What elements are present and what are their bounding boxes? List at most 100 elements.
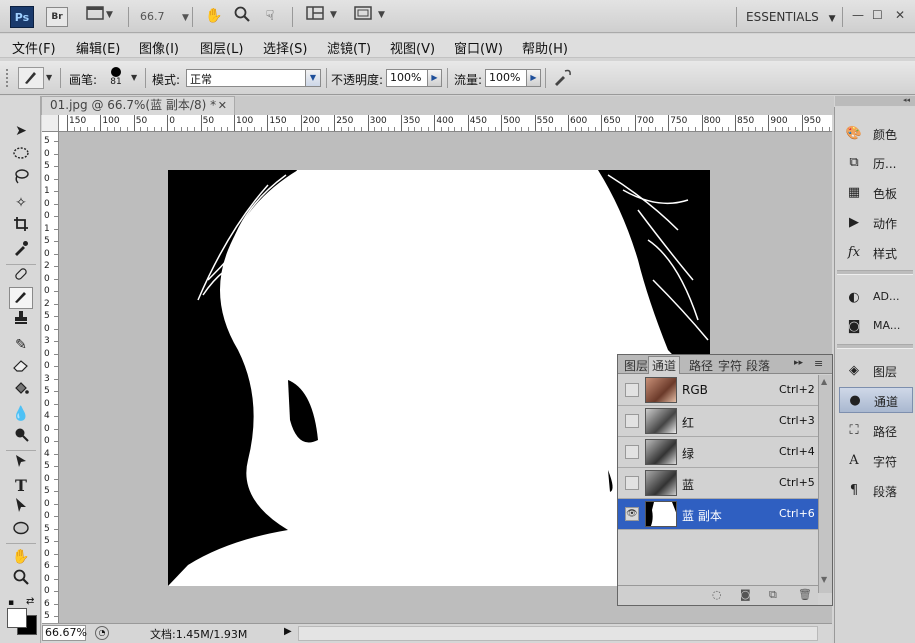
arrange-documents-icon[interactable] bbox=[304, 6, 326, 26]
dock-history[interactable]: ⧉ 历... bbox=[839, 150, 913, 176]
pen-tool-icon[interactable] bbox=[9, 453, 33, 475]
horizontal-scrollbar[interactable] bbox=[298, 626, 818, 641]
channel-row-rgb[interactable]: RGB Ctrl+2 bbox=[618, 375, 818, 406]
menu-file[interactable]: 文件(F) bbox=[12, 38, 56, 57]
zoom-level-select[interactable]: 66.7 ▼ bbox=[140, 10, 189, 23]
dock-masks[interactable]: ◙ MA... bbox=[839, 314, 913, 340]
brush-tool-icon[interactable] bbox=[9, 287, 33, 309]
load-channel-selection-icon[interactable]: ◌ bbox=[712, 588, 722, 601]
menu-view[interactable]: 视图(V) bbox=[390, 38, 435, 57]
bridge-button[interactable]: Br bbox=[46, 7, 68, 27]
channel-row-red[interactable]: 红 Ctrl+3 bbox=[618, 406, 818, 437]
panel-menu-icon[interactable]: ≡ bbox=[814, 357, 823, 370]
healing-brush-tool-icon[interactable] bbox=[9, 266, 33, 288]
tab-layers[interactable]: 图层 bbox=[624, 357, 648, 374]
save-selection-icon[interactable]: ◙ bbox=[740, 588, 751, 601]
marquee-tool-icon[interactable] bbox=[9, 144, 33, 166]
tab-channels[interactable]: 通道 bbox=[648, 356, 681, 374]
dock-channels[interactable]: ● 通道 bbox=[839, 387, 913, 413]
opacity-slider-button[interactable]: ▶ bbox=[427, 69, 442, 87]
maximize-icon[interactable]: ☐ bbox=[872, 8, 883, 22]
ruler-origin[interactable] bbox=[42, 115, 59, 132]
tab-paths[interactable]: 路径 bbox=[689, 357, 713, 374]
dock-adjustments[interactable]: ◐ AD... bbox=[839, 285, 913, 311]
clone-stamp-tool-icon[interactable] bbox=[9, 310, 33, 332]
mode-select[interactable]: 正常 ▼ bbox=[186, 69, 321, 87]
menu-filter[interactable]: 滤镜(T) bbox=[327, 38, 371, 57]
eye-icon[interactable]: 👁 bbox=[625, 507, 639, 521]
dodge-tool-icon[interactable] bbox=[9, 426, 33, 448]
history-brush-tool-icon[interactable]: ✎ bbox=[9, 334, 33, 356]
chevron-down-icon[interactable]: ▼ bbox=[106, 10, 113, 20]
move-tool-icon[interactable]: ➤ bbox=[9, 120, 33, 142]
zoom-field[interactable]: 66.67% bbox=[42, 625, 87, 641]
visibility-toggle[interactable] bbox=[625, 445, 639, 459]
path-selection-tool-icon[interactable] bbox=[9, 497, 33, 519]
visibility-toggle[interactable] bbox=[625, 383, 639, 397]
chevron-down-icon[interactable]: ▼ bbox=[378, 10, 385, 20]
visibility-toggle[interactable] bbox=[625, 476, 639, 490]
foreground-color-swatch[interactable] bbox=[7, 608, 27, 628]
channel-row-green[interactable]: 绿 Ctrl+4 bbox=[618, 437, 818, 468]
channel-row-blue-copy[interactable]: 👁 蓝 副本 Ctrl+6 bbox=[618, 499, 818, 530]
menu-window[interactable]: 窗口(W) bbox=[454, 38, 503, 57]
workspace-switcher[interactable]: ESSENTIALS ▼ bbox=[746, 10, 836, 24]
rotate-view-icon[interactable]: ☟ bbox=[259, 6, 281, 26]
new-channel-icon[interactable]: ⧉ bbox=[769, 588, 777, 602]
view-extras-icon[interactable] bbox=[82, 6, 108, 26]
airbrush-icon[interactable] bbox=[552, 67, 574, 89]
eyedropper-tool-icon[interactable] bbox=[9, 240, 33, 262]
expand-dock-icon[interactable]: ◂◂ bbox=[835, 96, 915, 106]
menu-help[interactable]: 帮助(H) bbox=[522, 38, 568, 57]
channel-row-blue[interactable]: 蓝 Ctrl+5 bbox=[618, 468, 818, 499]
channels-scrollbar[interactable]: ▲ ▼ bbox=[818, 375, 832, 593]
document-tab[interactable]: 01.jpg @ 66.7%(蓝 副本/8) * ✕ bbox=[41, 96, 235, 115]
close-document-icon[interactable]: ✕ bbox=[218, 97, 227, 114]
chevron-down-icon[interactable]: ▼ bbox=[330, 10, 337, 20]
menu-layer[interactable]: 图层(L) bbox=[200, 38, 243, 57]
panel-collapse-icon[interactable]: ▸▸ bbox=[794, 358, 803, 368]
dock-paths[interactable]: ⛶ 路径 bbox=[839, 418, 913, 444]
flow-slider-button[interactable]: ▶ bbox=[526, 69, 541, 87]
status-menu-arrow-icon[interactable]: ▶ bbox=[284, 626, 292, 637]
scroll-up-icon[interactable]: ▲ bbox=[821, 377, 827, 386]
ellipse-tool-icon[interactable] bbox=[9, 520, 33, 542]
opacity-input[interactable]: 100% bbox=[386, 69, 428, 87]
tab-paragraph[interactable]: 段落 bbox=[746, 357, 770, 374]
crop-tool-icon[interactable] bbox=[9, 216, 33, 238]
dock-character[interactable]: A 字符 bbox=[839, 448, 913, 474]
paint-bucket-tool-icon[interactable] bbox=[9, 380, 33, 402]
screen-mode-icon[interactable] bbox=[352, 6, 374, 26]
close-icon[interactable]: ✕ bbox=[895, 8, 905, 22]
lasso-tool-icon[interactable] bbox=[9, 168, 33, 190]
magic-wand-tool-icon[interactable]: ✧ bbox=[9, 192, 33, 214]
type-tool-icon[interactable]: T bbox=[9, 475, 33, 497]
status-info-icon[interactable]: ◔ bbox=[95, 626, 109, 640]
tab-character[interactable]: 字符 bbox=[718, 357, 742, 374]
hand-tool-icon[interactable]: ✋ bbox=[9, 546, 33, 568]
visibility-toggle[interactable] bbox=[625, 414, 639, 428]
eraser-tool-icon[interactable] bbox=[9, 357, 33, 379]
delete-channel-icon[interactable]: 🗑 bbox=[798, 588, 812, 601]
blur-tool-icon[interactable]: 💧 bbox=[9, 403, 33, 425]
dock-paragraph[interactable]: ¶ 段落 bbox=[839, 478, 913, 504]
menu-select[interactable]: 选择(S) bbox=[263, 38, 307, 57]
dock-swatches[interactable]: ▦ 色板 bbox=[839, 180, 913, 206]
flow-input[interactable]: 100% bbox=[485, 69, 527, 87]
dock-layers[interactable]: ◈ 图层 bbox=[839, 358, 913, 384]
menu-image[interactable]: 图像(I) bbox=[139, 38, 179, 57]
minimize-icon[interactable]: — bbox=[852, 8, 864, 22]
dock-actions[interactable]: ▶ 动作 bbox=[839, 210, 913, 236]
swap-colors-icon[interactable]: ⇄ bbox=[26, 596, 34, 607]
dock-styles[interactable]: fx 样式 bbox=[839, 240, 913, 266]
zoom-tool-icon[interactable] bbox=[9, 569, 33, 591]
chevron-down-icon[interactable]: ▼ bbox=[131, 73, 137, 82]
zoom-tool-icon[interactable] bbox=[231, 6, 253, 26]
scroll-down-icon[interactable]: ▼ bbox=[821, 575, 827, 584]
default-colors-icon[interactable]: ▪ bbox=[8, 598, 14, 608]
chevron-down-icon[interactable]: ▼ bbox=[46, 73, 52, 82]
hand-tool-icon[interactable]: ✋ bbox=[203, 6, 225, 26]
dock-color[interactable]: 🎨 颜色 bbox=[839, 121, 913, 147]
brush-picker[interactable]: 81 bbox=[108, 66, 124, 90]
tool-preset-picker[interactable] bbox=[18, 67, 44, 89]
